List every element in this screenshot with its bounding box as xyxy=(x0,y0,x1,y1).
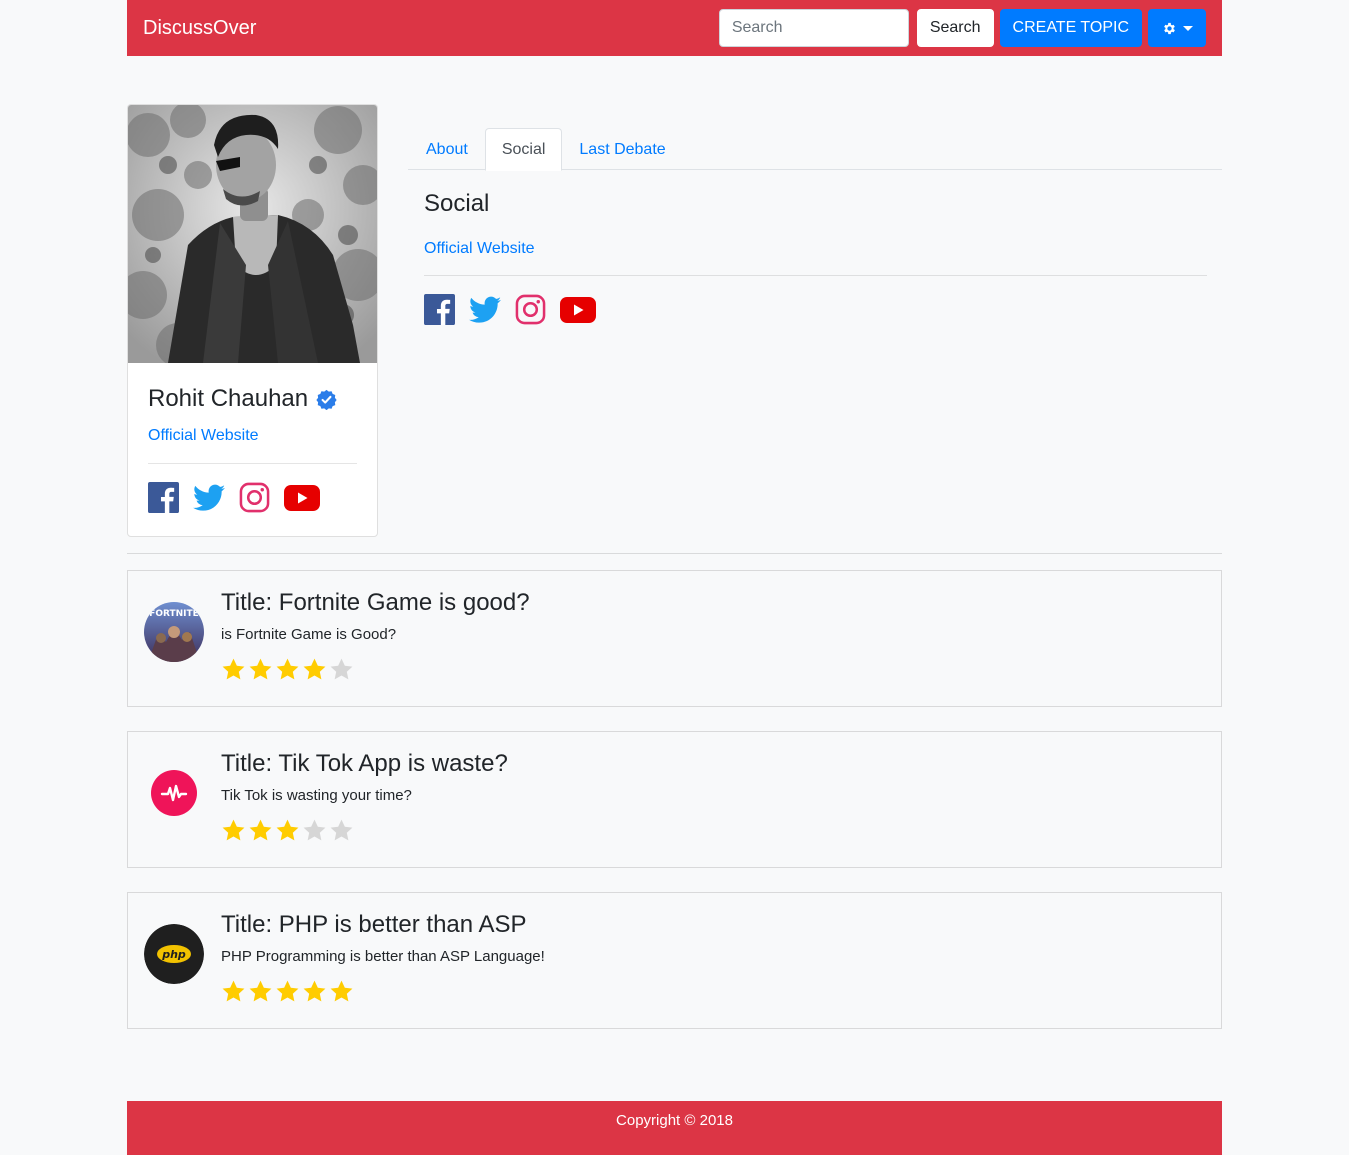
divider xyxy=(424,275,1207,276)
twitter-icon[interactable] xyxy=(193,484,225,512)
debate-card[interactable]: php Title: PHP is better than ASP PHP Pr… xyxy=(127,892,1222,1029)
copyright-text: Copyright © 2018 xyxy=(616,1112,733,1129)
star-filled-icon xyxy=(303,658,326,680)
verified-badge-icon xyxy=(316,389,337,410)
divider xyxy=(148,463,357,464)
section-title: Social xyxy=(424,190,490,217)
debate-card[interactable]: FORTNITE Title: Fortnite Game is good? i… xyxy=(127,570,1222,707)
debate-description: Tik Tok is wasting your time? xyxy=(221,787,412,804)
star-empty-icon xyxy=(330,658,353,680)
social-links xyxy=(424,294,1207,325)
facebook-icon[interactable] xyxy=(424,294,455,325)
rating-stars xyxy=(221,657,530,682)
debate-title[interactable]: Title: Tik Tok App is waste? xyxy=(221,750,508,778)
search-button[interactable]: Search xyxy=(916,9,994,47)
debate-title[interactable]: Title: PHP is better than ASP xyxy=(221,911,545,939)
official-website-link[interactable]: Official Website xyxy=(424,240,535,258)
twitter-icon[interactable] xyxy=(469,296,501,324)
star-filled-icon xyxy=(222,658,245,680)
social-tab-pane: Social Official Website xyxy=(424,190,1207,325)
instagram-icon[interactable] xyxy=(515,294,546,325)
create-topic-button[interactable]: CREATE TOPIC xyxy=(999,9,1142,47)
rating-stars xyxy=(221,979,545,1004)
fortnite-thumbnail: FORTNITE xyxy=(144,602,204,662)
star-filled-icon xyxy=(276,819,299,841)
settings-dropdown-button[interactable] xyxy=(1148,9,1206,47)
star-filled-icon xyxy=(249,980,272,1002)
profile-photo xyxy=(128,105,377,363)
star-filled-icon xyxy=(303,980,326,1002)
star-empty-icon xyxy=(330,819,353,841)
tab-last-debate[interactable]: Last Debate xyxy=(562,128,682,170)
navbar: DiscussOver Search CREATE TOPIC xyxy=(127,0,1222,56)
star-filled-icon xyxy=(330,980,353,1002)
svg-text:php: php xyxy=(161,948,186,961)
profile-name-text: Rohit Chauhan xyxy=(148,385,309,412)
star-filled-icon xyxy=(222,819,245,841)
gear-icon xyxy=(1163,22,1175,34)
debate-description: is Fortnite Game is Good? xyxy=(221,626,397,643)
svg-text:FORTNITE: FORTNITE xyxy=(149,609,199,619)
tab-social[interactable]: Social xyxy=(484,128,563,171)
search-input[interactable] xyxy=(718,9,909,47)
youtube-icon[interactable] xyxy=(560,296,596,323)
star-empty-icon xyxy=(303,819,326,841)
star-filled-icon xyxy=(249,658,272,680)
debate-title[interactable]: Title: Fortnite Game is good? xyxy=(221,589,530,617)
chevron-down-icon xyxy=(1182,25,1193,31)
profile-tabs: About Social Last Debate xyxy=(408,128,1222,171)
facebook-icon[interactable] xyxy=(148,482,179,513)
tab-about[interactable]: About xyxy=(409,128,485,170)
brand-logo[interactable]: DiscussOver xyxy=(143,17,719,40)
official-website-link[interactable]: Official Website xyxy=(148,427,259,445)
tiktok-thumbnail xyxy=(144,763,204,823)
section-divider xyxy=(127,553,1222,554)
instagram-icon[interactable] xyxy=(239,482,270,513)
rating-stars xyxy=(221,818,508,843)
star-filled-icon xyxy=(222,980,245,1002)
youtube-icon[interactable] xyxy=(284,484,320,511)
star-filled-icon xyxy=(276,658,299,680)
php-thumbnail: php xyxy=(144,924,204,984)
footer: Copyright © 2018 xyxy=(127,1101,1222,1155)
star-filled-icon xyxy=(249,819,272,841)
profile-name: Rohit Chauhan xyxy=(148,385,357,413)
debate-card[interactable]: Title: Tik Tok App is waste? Tik Tok is … xyxy=(127,731,1222,868)
star-filled-icon xyxy=(276,980,299,1002)
profile-social-links xyxy=(148,482,357,513)
debate-description: PHP Programming is better than ASP Langu… xyxy=(221,948,545,965)
profile-card: Rohit Chauhan Official Website xyxy=(127,104,378,537)
